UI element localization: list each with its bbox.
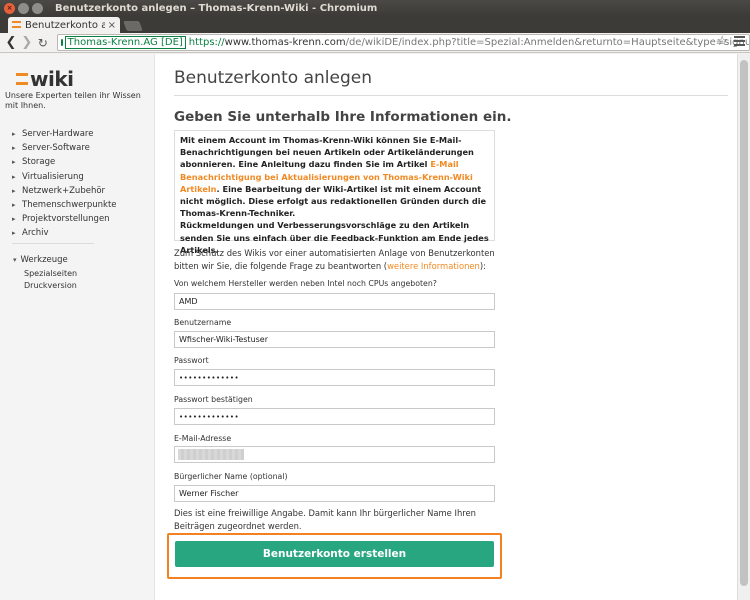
password-confirm-input[interactable] [174, 408, 495, 425]
sidebar-item-projektvorstellungen[interactable]: ▸ Projektvorstellungen [12, 212, 117, 226]
logo-mark-icon [16, 71, 28, 87]
create-account-button[interactable]: Benutzerkonto erstellen [175, 541, 494, 567]
window-titlebar: × Benutzerkonto anlegen – Thomas-Krenn-W… [0, 0, 750, 16]
password-confirm-label: Passwort bestätigen [174, 395, 253, 404]
wiki-favicon-icon [12, 20, 21, 30]
captcha-intro: Zum Schutz des Wikis vor einer automatis… [174, 248, 495, 271]
browser-tab[interactable]: Benutzerkonto anle × [8, 17, 120, 33]
chevron-right-icon: ▸ [12, 200, 16, 209]
chevron-right-icon: ▸ [12, 229, 16, 238]
scrollbar-thumb[interactable] [740, 60, 748, 586]
form-subheading: Geben Sie unterhalb Ihre Informationen e… [174, 109, 512, 125]
chevron-right-icon: ▸ [12, 158, 16, 167]
realname-input[interactable] [174, 485, 495, 502]
main-content: Benutzerkonto anlegen Geben Sie unterhal… [154, 54, 737, 600]
info-box: Mit einem Account im Thomas-Krenn-Wiki k… [174, 130, 495, 255]
tools-item-druckversion[interactable]: Druckversion [24, 280, 77, 292]
new-tab-button[interactable] [123, 21, 143, 31]
password-label: Passwort [174, 356, 209, 365]
page-viewport: wiki Unsere Experten teilen ihr Wissen m… [0, 54, 750, 600]
sidebar-item-virtualisierung[interactable]: ▸ Virtualisierung [12, 170, 117, 184]
address-bar[interactable]: Thomas-Krenn.AG [DE] https://www.thomas-… [56, 34, 750, 51]
tools-list: Spezialseiten Druckversion [24, 268, 77, 292]
window-controls: × [4, 2, 43, 14]
more-info-link[interactable]: weitere Informationen [387, 261, 480, 271]
sidebar-item-server-hardware[interactable]: ▸ Server-Hardware [12, 127, 117, 141]
forward-button[interactable]: ❯ [19, 35, 35, 51]
logo-text: wiki [30, 67, 74, 91]
tab-title: Benutzerkonto anle [25, 19, 105, 31]
password-input[interactable] [174, 369, 495, 386]
tab-strip: Benutzerkonto anle × [0, 16, 750, 33]
hamburger-menu-icon[interactable] [734, 36, 745, 48]
realname-label: Bürgerlicher Name (optional) [174, 472, 288, 481]
sidebar-item-server-software[interactable]: ▸ Server-Software [12, 141, 117, 155]
sidebar-divider [12, 243, 94, 244]
lock-icon [60, 39, 63, 46]
sidebar-item-netzwerk[interactable]: ▸ Netzwerk+Zubehör [12, 184, 117, 198]
chevron-right-icon: ▸ [12, 130, 16, 138]
reload-button[interactable]: ↻ [35, 35, 51, 51]
chevron-right-icon: ▸ [12, 172, 16, 181]
bookmark-star-icon[interactable]: ☆ [716, 34, 728, 49]
chevron-right-icon: ▸ [12, 215, 16, 224]
url-path: /de/wikiDE/index.php?title=Spezial:Anmel… [345, 37, 750, 48]
url-scheme: https:// [188, 37, 225, 48]
tools-item-spezialseiten[interactable]: Spezialseiten [24, 268, 77, 280]
sidebar-item-storage[interactable]: ▸ Storage [12, 155, 117, 169]
sidebar-item-archiv[interactable]: ▸ Archiv [12, 226, 117, 240]
back-button[interactable]: ❮ [3, 35, 19, 51]
page-title: Benutzerkonto anlegen [174, 68, 372, 88]
captcha-question-label: Von welchem Hersteller werden neben Inte… [174, 279, 437, 288]
redacted-email-value [178, 449, 244, 460]
chevron-down-icon: ▾ [13, 256, 17, 264]
sidebar-nav: ▸ Server-Hardware ▸ Server-Software ▸ Stora… [12, 127, 117, 241]
url-host: www.thomas-krenn.com [224, 37, 346, 48]
page-scrollbar[interactable] [737, 54, 750, 600]
wiki-logo[interactable]: wiki [16, 69, 74, 89]
email-label: E-Mail-Adresse [174, 434, 232, 443]
sidebar-tools-toggle[interactable]: ▾ Werkzeuge [13, 255, 68, 265]
sidebar-item-themenschwerpunkte[interactable]: ▸ Themenschwerpunkte [12, 198, 117, 212]
sidebar: wiki Unsere Experten teilen ihr Wissen m… [0, 54, 154, 600]
tagline: Unsere Experten teilen ihr Wissen mit Ih… [5, 91, 141, 110]
title-divider [174, 95, 728, 96]
captcha-answer-input[interactable] [174, 293, 495, 310]
chevron-right-icon: ▸ [12, 186, 16, 195]
navigation-bar: ❮ ❯ ↻ Thomas-Krenn.AG [DE] https://www.t… [0, 33, 750, 53]
chevron-right-icon: ▸ [12, 144, 16, 153]
ev-certificate-badge[interactable]: Thomas-Krenn.AG [DE] [64, 36, 186, 49]
window-minimize-button[interactable] [18, 2, 29, 14]
window-title: Benutzerkonto anlegen – Thomas-Krenn-Wik… [55, 2, 378, 14]
tab-close-icon[interactable]: × [108, 20, 116, 31]
window-maximize-button[interactable] [32, 2, 43, 14]
username-input[interactable] [174, 331, 495, 348]
username-label: Benutzername [174, 318, 232, 327]
window-close-button[interactable]: × [4, 2, 15, 14]
realname-hint: Dies ist eine freiwillige Angabe. Damit … [174, 508, 476, 531]
